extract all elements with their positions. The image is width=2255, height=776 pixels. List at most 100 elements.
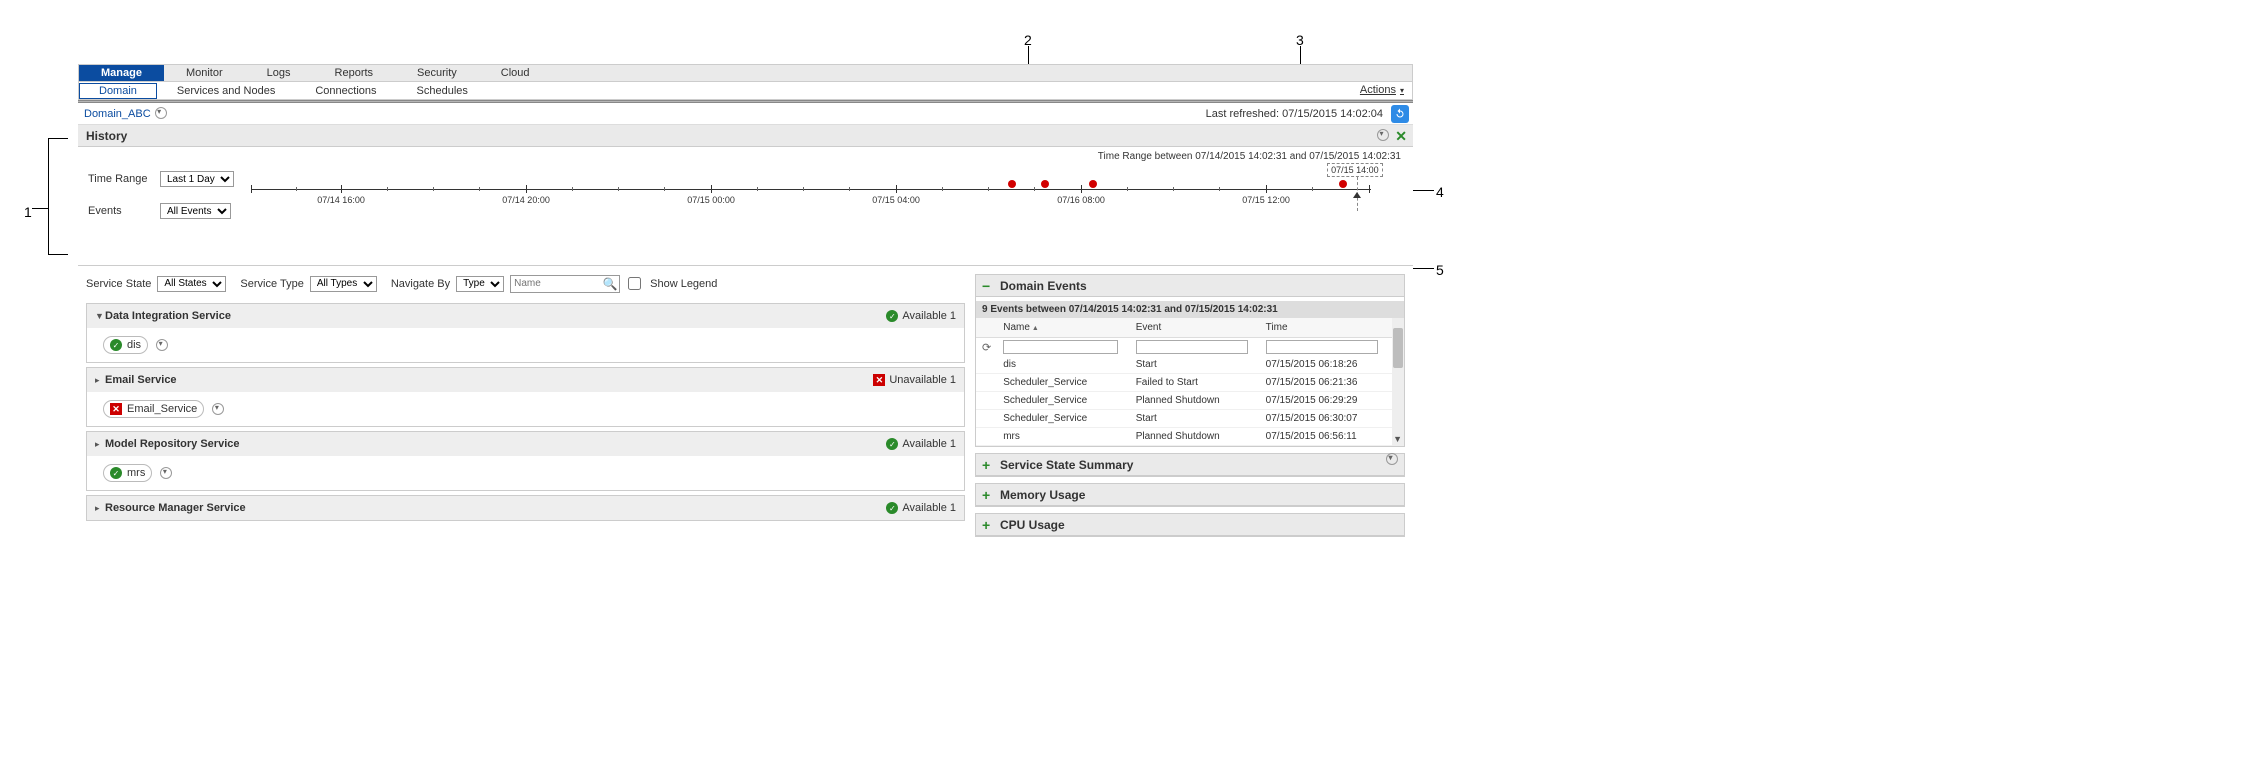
nav2-services-nodes[interactable]: Services and Nodes	[157, 83, 295, 99]
timeline-minor	[387, 187, 388, 191]
service-pill[interactable]: dis	[103, 336, 148, 354]
service-menu-icon[interactable]	[212, 403, 224, 415]
disclosure-icon[interactable]: ▸	[95, 439, 105, 450]
history-header: History ✕	[78, 125, 1413, 147]
service-menu-icon[interactable]	[156, 339, 168, 351]
nav1-cloud[interactable]: Cloud	[479, 65, 552, 81]
panel-options-icon[interactable]	[1386, 453, 1398, 465]
event-type: Failed to Start	[1130, 374, 1260, 392]
expand-icon[interactable]: +	[982, 457, 994, 473]
status-ok-icon	[110, 339, 122, 351]
expand-icon[interactable]: +	[982, 487, 994, 503]
name-search-input[interactable]	[511, 276, 601, 292]
service-group-header[interactable]: ▸ Email Service Unavailable 1	[87, 368, 964, 392]
timeline-minor	[618, 187, 619, 191]
timeline-tick	[896, 185, 897, 193]
history-close-icon[interactable]: ✕	[1395, 128, 1407, 145]
timeline-event-dot[interactable]	[1008, 180, 1016, 188]
status-text: Available 1	[902, 502, 956, 514]
timeline-label: 07/16 08:00	[1057, 195, 1105, 205]
timeline-label: 07/14 16:00	[317, 195, 365, 205]
col-event[interactable]: Event	[1130, 318, 1260, 338]
timeline-label: 07/15 12:00	[1242, 195, 1290, 205]
events-scrollbar[interactable]	[1392, 318, 1404, 446]
event-type: Start	[1130, 410, 1260, 428]
scroll-down-icon[interactable]: ▼	[1393, 434, 1402, 444]
time-range-select[interactable]: Last 1 Day	[160, 171, 234, 187]
service-name: dis	[127, 339, 141, 351]
filter-event-input[interactable]	[1136, 340, 1248, 354]
timeline-minor	[1127, 187, 1128, 191]
service-type-select[interactable]: All Types	[310, 276, 377, 292]
nav1-monitor[interactable]: Monitor	[164, 65, 245, 81]
service-group-name: Model Repository Service	[105, 438, 240, 450]
event-time: 07/15/2015 06:29:29	[1260, 392, 1390, 410]
service-group-header[interactable]: ▸ Resource Manager Service Available 1	[87, 496, 964, 520]
event-row[interactable]: Scheduler_ServicePlanned Shutdown07/15/2…	[976, 392, 1404, 410]
events-filter-select[interactable]: All Events	[160, 203, 231, 219]
timeline-tick	[341, 185, 342, 193]
service-group: ▸ Resource Manager Service Available 1	[86, 495, 965, 521]
timeline-tick	[711, 185, 712, 193]
event-type: Start	[1130, 356, 1260, 374]
timeline-end	[1369, 185, 1370, 193]
timeline-event-dot[interactable]	[1089, 180, 1097, 188]
collapse-icon[interactable]: −	[982, 278, 994, 294]
domain-events-table: Name▲ Event Time ⟳	[976, 318, 1404, 446]
history-options-icon[interactable]	[1377, 129, 1389, 141]
event-row[interactable]: mrsPlanned Shutdown07/15/2015 06:56:11	[976, 428, 1404, 446]
event-row[interactable]: Scheduler_ServiceStart07/15/2015 06:30:0…	[976, 410, 1404, 428]
service-pill[interactable]: Email_Service	[103, 400, 204, 418]
nav2-connections[interactable]: Connections	[295, 83, 396, 99]
search-icon[interactable]: 🔍	[601, 276, 619, 292]
filter-name-input[interactable]	[1003, 340, 1117, 354]
timeline-minor	[988, 187, 989, 191]
service-state-summary-panel: + Service State Summary	[975, 453, 1405, 477]
col-time[interactable]: Time	[1260, 318, 1390, 338]
scrollbar-thumb[interactable]	[1393, 328, 1403, 368]
service-group-name: Data Integration Service	[105, 310, 231, 322]
timeline-minor	[572, 187, 573, 191]
chevron-down-icon: ▾	[1400, 86, 1404, 95]
event-time: 07/15/2015 06:30:07	[1260, 410, 1390, 428]
nav1-logs[interactable]: Logs	[245, 65, 313, 81]
event-row[interactable]: disStart07/15/2015 06:18:26	[976, 356, 1404, 374]
timeline-event-dot[interactable]	[1041, 180, 1049, 188]
filter-time-input[interactable]	[1266, 340, 1378, 354]
service-state-select[interactable]: All States	[157, 276, 226, 292]
nav1-manage[interactable]: Manage	[79, 65, 164, 81]
lower-section: Service State All States Service Type Al…	[78, 266, 1413, 543]
timeline-tick	[251, 185, 252, 193]
timeline-minor	[803, 187, 804, 191]
domain-dropdown-icon[interactable]	[155, 107, 167, 119]
nav2-domain[interactable]: Domain	[79, 83, 157, 99]
disclosure-icon[interactable]: ▼	[95, 311, 105, 321]
navigate-by-label: Navigate By	[391, 278, 450, 290]
show-legend-checkbox[interactable]	[628, 277, 641, 290]
disclosure-icon[interactable]: ▸	[95, 375, 105, 386]
navigate-by-select[interactable]: Type	[456, 276, 504, 292]
nav1-reports[interactable]: Reports	[313, 65, 396, 81]
disclosure-icon[interactable]: ▸	[95, 503, 105, 514]
service-group-header[interactable]: ▸ Model Repository Service Available 1	[87, 432, 964, 456]
filter-icon[interactable]: ⟳	[976, 338, 997, 357]
nav2-schedules[interactable]: Schedules	[397, 83, 488, 99]
expand-icon[interactable]: +	[982, 517, 994, 533]
callout-1-line-bot	[48, 254, 68, 255]
timeline-event-dot[interactable]	[1339, 180, 1347, 188]
service-group-header[interactable]: ▼ Data Integration Service Available 1	[87, 304, 964, 328]
service-menu-icon[interactable]	[160, 467, 172, 479]
actions-menu[interactable]: Actions ▾	[1360, 84, 1404, 96]
service-pill[interactable]: mrs	[103, 464, 152, 482]
sort-asc-icon: ▲	[1032, 325, 1039, 332]
timeline-label: 07/15 00:00	[687, 195, 735, 205]
actions-label: Actions	[1360, 84, 1396, 96]
timeline-minor	[1312, 187, 1313, 191]
service-group-body: mrs	[87, 456, 964, 490]
nav1-security[interactable]: Security	[395, 65, 479, 81]
callout-1: 1	[24, 204, 32, 220]
col-name[interactable]: Name▲	[997, 318, 1129, 338]
domain-link[interactable]: Domain_ABC	[84, 108, 151, 120]
event-row[interactable]: Scheduler_ServiceFailed to Start07/15/20…	[976, 374, 1404, 392]
refresh-button[interactable]	[1391, 105, 1409, 123]
